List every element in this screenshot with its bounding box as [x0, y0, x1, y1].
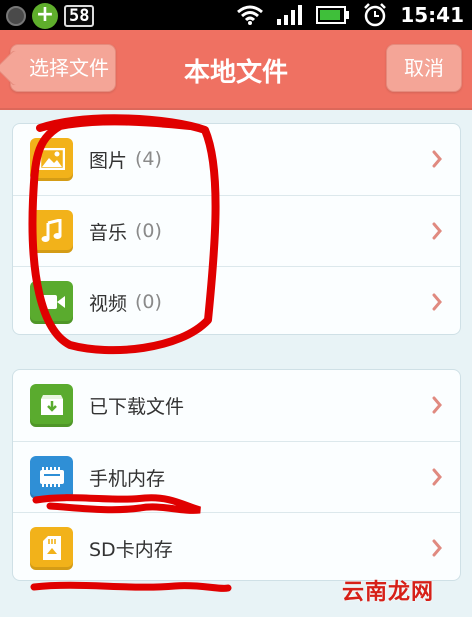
sd-card-icon	[30, 526, 73, 570]
chevron-right-icon	[432, 539, 442, 557]
title-bar: 选择文件 本地文件 取消	[0, 30, 472, 110]
image-icon	[30, 137, 73, 181]
storage-list: 已下载文件 手机内存 SD卡内存	[12, 369, 461, 581]
download-box-icon	[30, 383, 73, 427]
underline-scribble	[30, 581, 232, 592]
chevron-right-icon	[432, 396, 442, 414]
security-plus-icon: +	[32, 3, 58, 29]
list-item-label: 音乐	[89, 221, 128, 244]
notification-dot-icon	[6, 6, 26, 26]
list-item-label: 视频	[89, 292, 128, 315]
chevron-right-icon	[432, 222, 442, 240]
item-count: (4)	[135, 148, 162, 170]
cancel-button[interactable]: 取消	[386, 44, 462, 92]
chevron-right-icon	[432, 468, 442, 486]
item-count: (0)	[135, 220, 162, 242]
back-button[interactable]: 选择文件	[10, 44, 116, 92]
list-item-label: 图片	[89, 149, 128, 172]
list-item-videos[interactable]: 视频 (0)	[13, 266, 460, 337]
media-list: 图片 (4) 音乐 (0) 视频 (0)	[12, 123, 461, 335]
list-item-images[interactable]: 图片 (4)	[13, 124, 460, 194]
list-item-downloads[interactable]: 已下载文件	[13, 370, 460, 440]
phone-memory-icon	[30, 455, 73, 499]
battery-icon	[316, 6, 350, 24]
chevron-right-icon	[432, 150, 442, 168]
alarm-clock-icon	[364, 3, 387, 27]
signal-icon	[277, 5, 303, 25]
status-bar: + 58 15:41	[0, 0, 472, 30]
clock-time: 15:41	[400, 3, 464, 27]
list-item-music[interactable]: 音乐 (0)	[13, 195, 460, 266]
back-button-label: 选择文件	[29, 56, 109, 80]
list-item-label: 手机内存	[89, 467, 166, 490]
wifi-icon	[237, 5, 264, 25]
list-item-phone-memory[interactable]: 手机内存	[13, 441, 460, 512]
list-item-label: SD卡内存	[89, 538, 173, 561]
watermark: 云南龙网	[341, 580, 434, 605]
list-item-label: 已下载文件	[89, 395, 185, 418]
item-count: (0)	[135, 291, 162, 313]
music-icon	[30, 209, 73, 253]
video-icon	[30, 280, 73, 324]
list-item-sd-card[interactable]: SD卡内存	[13, 512, 460, 583]
notification-badge: 58	[64, 5, 95, 27]
chevron-right-icon	[432, 293, 442, 311]
